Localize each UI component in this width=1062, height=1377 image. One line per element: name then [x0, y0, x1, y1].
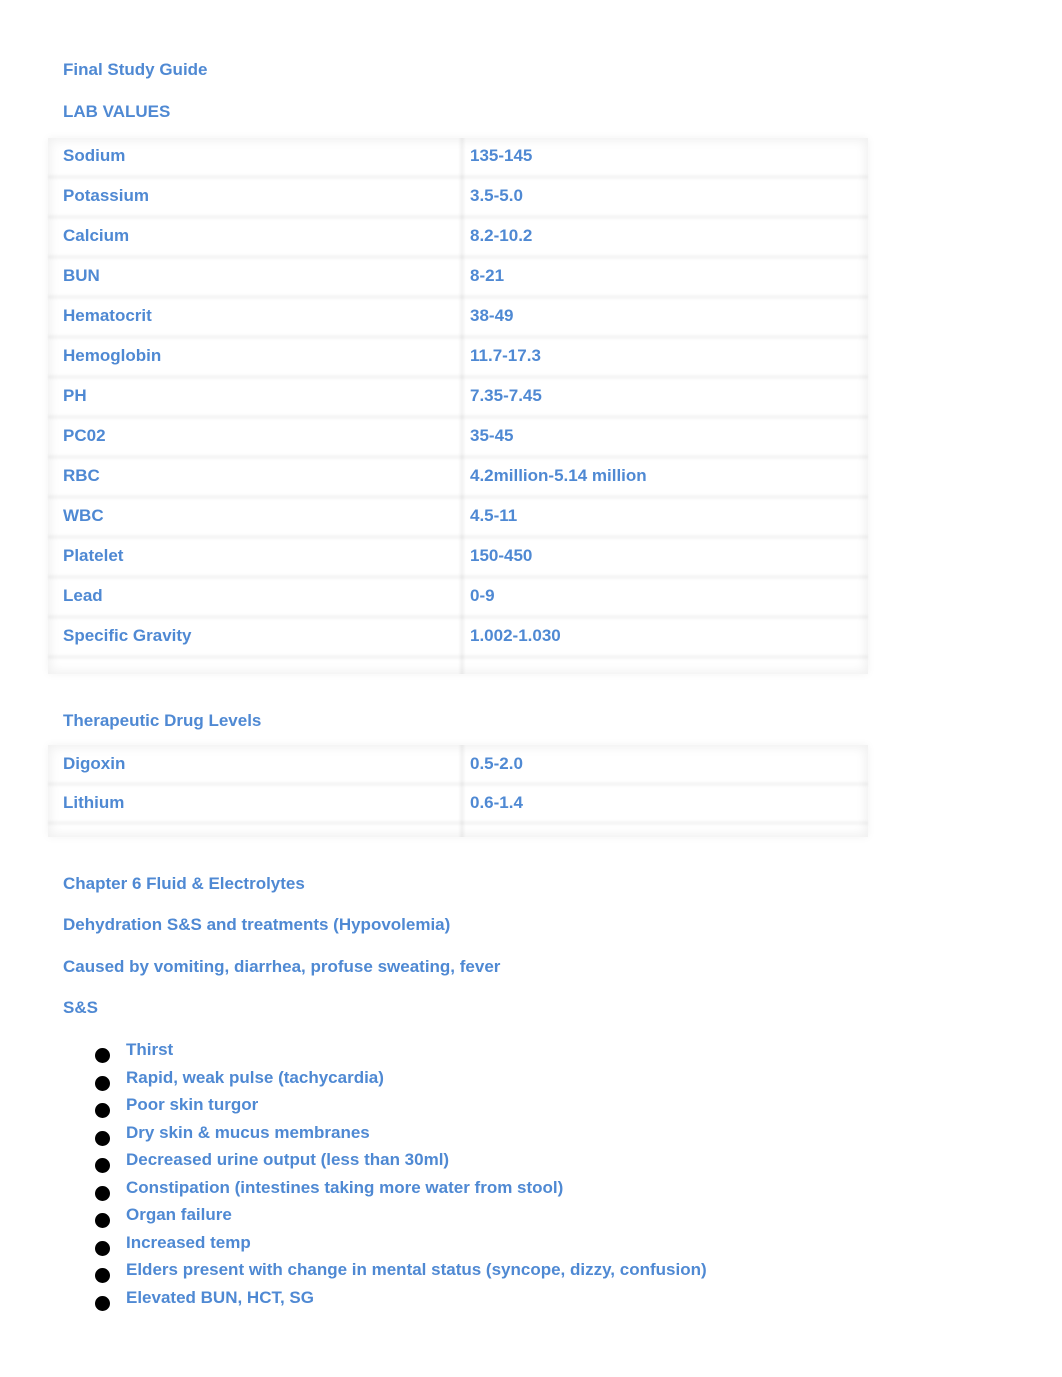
bullet-icon: [95, 1103, 110, 1118]
list-item: Rapid, weak pulse (tachycardia): [95, 1068, 707, 1096]
row-label: Calcium: [63, 226, 130, 245]
row-label: Platelet: [63, 546, 124, 565]
symptom-text: Elevated BUN, HCT, SG: [126, 1287, 314, 1307]
dehydration-heading: Dehydration S&S and treatments (Hypovole…: [63, 915, 451, 934]
symptom-text: Decreased urine output (less than 30ml): [126, 1150, 450, 1169]
symptom-text: Poor skin turgor: [126, 1095, 259, 1114]
row-label: Potassium: [63, 186, 149, 205]
bullet-icon: [95, 1268, 110, 1283]
causes-text: Caused by vomiting, diarrhea, profuse sw…: [63, 957, 501, 976]
row-label: Hemoglobin: [63, 346, 162, 365]
symptom-text: Rapid, weak pulse (tachycardia): [126, 1067, 384, 1087]
row-value: 0.5-2.0: [470, 754, 523, 773]
list-item: Dry skin & mucus membranes: [95, 1123, 707, 1151]
row-value: 7.35-7.45: [470, 386, 542, 405]
table-row: Lithium 0.6-1.4: [48, 787, 868, 826]
list-item: Organ failure: [95, 1205, 707, 1233]
drug-levels-heading: Therapeutic Drug Levels: [63, 711, 262, 730]
row-label: Specific Gravity: [63, 626, 192, 645]
bullet-icon: [95, 1075, 110, 1091]
row-label: Hematocrit: [63, 306, 152, 325]
bullet-icon: [95, 1240, 110, 1256]
table-row: Calcium 8.2-10.2: [48, 220, 868, 260]
table-row: RBC 4.2million-5.14 million: [48, 460, 868, 500]
table-row: PH 7.35-7.45: [48, 380, 868, 420]
row-value: 1.002-1.030: [470, 626, 561, 645]
table-row: Hematocrit 38-49: [48, 300, 868, 340]
row-value: 4.2million-5.14 million: [470, 466, 647, 485]
row-label: WBC: [63, 506, 104, 525]
list-item: Decreased urine output (less than 30ml): [95, 1150, 707, 1178]
row-value: 4.5-11: [470, 506, 518, 525]
list-item: Thirst: [95, 1040, 707, 1068]
table-row: Platelet 150-450: [48, 540, 868, 580]
lab-values-heading: LAB VALUES: [63, 102, 171, 121]
symptom-text: Dry skin & mucus membranes: [126, 1122, 370, 1142]
lab-values-table: Sodium 135-145 Potassium 3.5-5.0 Calcium 8.2-…: [48, 140, 868, 660]
table-row: Hemoglobin 11.7-17.3: [48, 340, 868, 380]
table-row: PC02 35-45: [48, 420, 868, 460]
row-label: RBC: [63, 466, 100, 485]
row-value: 8-21: [470, 266, 505, 285]
row-label: Sodium: [63, 146, 126, 165]
list-item: Constipation (intestines taking more wat…: [95, 1178, 707, 1206]
row-value: 135-145: [470, 146, 533, 165]
bullet-icon: [95, 1048, 110, 1063]
row-value: 8.2-10.2: [470, 226, 533, 245]
list-item: Elevated BUN, HCT, SG: [95, 1288, 707, 1316]
row-label: Lithium: [63, 793, 125, 812]
document-title: Final Study Guide: [63, 60, 208, 79]
row-value: 0-9: [470, 586, 495, 605]
symptom-text: Thirst: [126, 1040, 174, 1059]
row-value: 150-450: [470, 546, 533, 565]
bullet-icon: [95, 1158, 110, 1173]
list-item: Poor skin turgor: [95, 1095, 707, 1123]
row-label: BUN: [63, 266, 100, 285]
row-value: 35-45: [470, 426, 514, 445]
list-item: Increased temp: [95, 1233, 707, 1261]
row-label: Digoxin: [63, 754, 126, 773]
chapter-heading: Chapter 6 Fluid & Electrolytes: [63, 874, 305, 893]
row-value: 3.5-5.0: [470, 186, 523, 205]
ss-heading: S&S: [63, 998, 98, 1017]
drug-levels-table: Digoxin 0.5-2.0 Lithium 0.6-1.4: [48, 748, 868, 826]
row-value: 0.6-1.4: [470, 793, 523, 812]
symptom-text: Constipation (intestines taking more wat…: [126, 1177, 564, 1197]
row-value: 11.7-17.3: [470, 346, 541, 365]
symptom-text: Organ failure: [126, 1205, 232, 1224]
table-row: Sodium 135-145: [48, 140, 868, 180]
table-row: Lead 0-9: [48, 580, 868, 620]
symptom-text: Elders present with change in mental sta…: [126, 1260, 707, 1279]
table-row: WBC 4.5-11: [48, 500, 868, 540]
row-value: 38-49: [470, 306, 514, 325]
symptoms-list: Thirst Rapid, weak pulse (tachycardia) Poo…: [95, 1040, 707, 1315]
row-label: PC02: [63, 426, 106, 445]
table-row: BUN 8-21: [48, 260, 868, 300]
table-row: Specific Gravity 1.002-1.030: [48, 620, 868, 660]
row-label: PH: [63, 386, 87, 405]
bullet-icon: [95, 1213, 110, 1228]
table-row: Digoxin 0.5-2.0: [48, 748, 868, 787]
list-item: Elders present with change in mental sta…: [95, 1260, 707, 1288]
symptom-text: Increased temp: [126, 1232, 251, 1252]
row-label: Lead: [63, 586, 103, 605]
table-row: Potassium 3.5-5.0: [48, 180, 868, 220]
bullet-icon: [95, 1130, 110, 1146]
bullet-icon: [95, 1185, 110, 1201]
bullet-icon: [95, 1295, 110, 1311]
